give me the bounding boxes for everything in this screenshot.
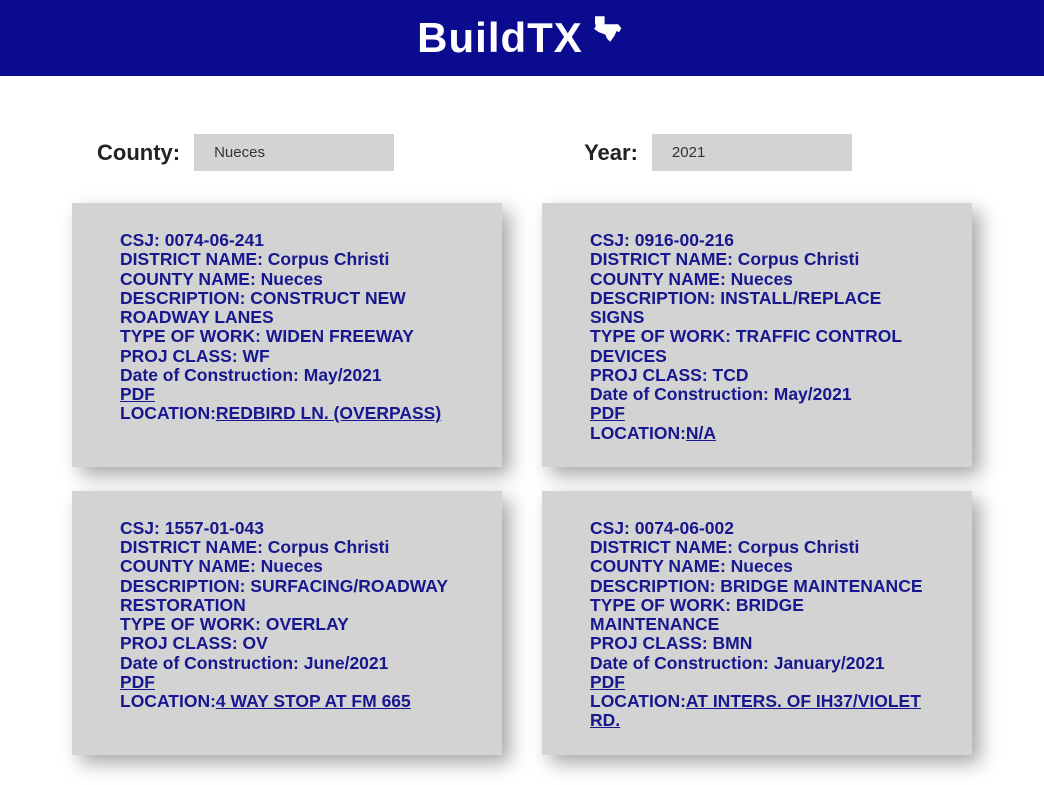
location-label: LOCATION:: [590, 423, 686, 443]
county-label: County:: [97, 140, 180, 166]
date-line: Date of Construction: January/2021: [590, 654, 932, 673]
filter-year: Year:: [584, 134, 852, 171]
year-input[interactable]: [652, 134, 852, 171]
location-link[interactable]: REDBIRD LN. (OVERPASS): [216, 403, 441, 423]
pdf-link[interactable]: PDF: [120, 384, 155, 404]
county-line: COUNTY NAME: Nueces: [590, 270, 932, 289]
district-line: DISTRICT NAME: Corpus Christi: [590, 538, 932, 557]
description-line: DESCRIPTION: INSTALL/REPLACE SIGNS: [590, 289, 932, 328]
district-line: DISTRICT NAME: Corpus Christi: [120, 250, 462, 269]
location-line: LOCATION:4 WAY STOP AT FM 665: [120, 692, 462, 711]
result-card: CSJ: 0074-06-002DISTRICT NAME: Corpus Ch…: [542, 491, 972, 755]
location-label: LOCATION:: [120, 691, 216, 711]
district-line: DISTRICT NAME: Corpus Christi: [590, 250, 932, 269]
description-line: DESCRIPTION: BRIDGE MAINTENANCE: [590, 577, 932, 596]
year-label: Year:: [584, 140, 638, 166]
csj-line: CSJ: 0074-06-241: [120, 231, 462, 250]
projclass-line: PROJ CLASS: TCD: [590, 366, 932, 385]
typeofwork-line: TYPE OF WORK: WIDEN FREEWAY: [120, 327, 462, 346]
location-link[interactable]: N/A: [686, 423, 716, 443]
results-grid: CSJ: 0074-06-241DISTRICT NAME: Corpus Ch…: [72, 203, 972, 785]
filters: County: Year:: [72, 76, 972, 183]
county-line: COUNTY NAME: Nueces: [120, 557, 462, 576]
result-card: CSJ: 1557-01-043DISTRICT NAME: Corpus Ch…: [72, 491, 502, 755]
projclass-line: PROJ CLASS: BMN: [590, 634, 932, 653]
projclass-line: PROJ CLASS: OV: [120, 634, 462, 653]
location-label: LOCATION:: [590, 691, 686, 711]
date-line: Date of Construction: June/2021: [120, 654, 462, 673]
location-line: LOCATION:AT INTERS. OF IH37/VIOLET RD.: [590, 692, 932, 731]
typeofwork-line: TYPE OF WORK: BRIDGE MAINTENANCE: [590, 596, 932, 635]
csj-line: CSJ: 1557-01-043: [120, 519, 462, 538]
result-card: CSJ: 0074-06-241DISTRICT NAME: Corpus Ch…: [72, 203, 502, 467]
county-line: COUNTY NAME: Nueces: [120, 270, 462, 289]
pdf-link[interactable]: PDF: [120, 672, 155, 692]
texas-icon: [587, 9, 627, 59]
county-line: COUNTY NAME: Nueces: [590, 557, 932, 576]
csj-line: CSJ: 0074-06-002: [590, 519, 932, 538]
typeofwork-line: TYPE OF WORK: OVERLAY: [120, 615, 462, 634]
description-line: DESCRIPTION: CONSTRUCT NEW ROADWAY LANES: [120, 289, 462, 328]
location-link[interactable]: 4 WAY STOP AT FM 665: [216, 691, 411, 711]
date-line: Date of Construction: May/2021: [120, 366, 462, 385]
location-label: LOCATION:: [120, 403, 216, 423]
header: BuildTX: [0, 0, 1044, 76]
result-card: CSJ: 0916-00-216DISTRICT NAME: Corpus Ch…: [542, 203, 972, 467]
description-line: DESCRIPTION: SURFACING/ROADWAY RESTORATI…: [120, 577, 462, 616]
pdf-link[interactable]: PDF: [590, 672, 625, 692]
pdf-link[interactable]: PDF: [590, 403, 625, 423]
county-input[interactable]: [194, 134, 394, 171]
csj-line: CSJ: 0916-00-216: [590, 231, 932, 250]
header-title-wrap: BuildTX: [417, 14, 627, 62]
district-line: DISTRICT NAME: Corpus Christi: [120, 538, 462, 557]
typeofwork-line: TYPE OF WORK: TRAFFIC CONTROL DEVICES: [590, 327, 932, 366]
projclass-line: PROJ CLASS: WF: [120, 347, 462, 366]
location-line: LOCATION:REDBIRD LN. (OVERPASS): [120, 404, 462, 423]
app-title: BuildTX: [417, 14, 583, 62]
date-line: Date of Construction: May/2021: [590, 385, 932, 404]
location-line: LOCATION:N/A: [590, 424, 932, 443]
filter-county: County:: [97, 134, 394, 171]
